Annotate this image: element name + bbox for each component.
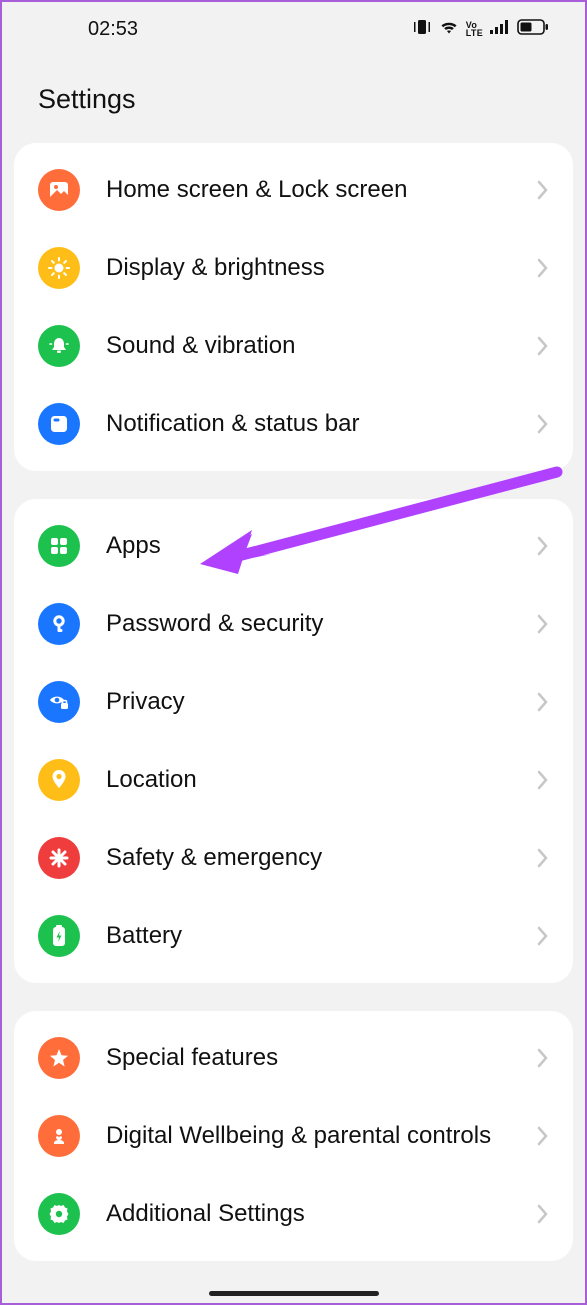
item-password[interactable]: Password & security: [14, 585, 573, 663]
row-label: Home screen & Lock screen: [106, 175, 529, 205]
settings-list: Home screen & Lock screen Display & brig…: [2, 143, 585, 1261]
bell-icon: [38, 325, 80, 367]
status-bar: 02:53 VoLTE: [2, 2, 585, 56]
item-location[interactable]: Location: [14, 741, 573, 819]
row-label: Privacy: [106, 687, 529, 717]
pin-icon: [38, 759, 80, 801]
chevron-right-icon: [537, 335, 549, 357]
volte-icon: VoLTE: [466, 21, 483, 37]
row-label: Additional Settings: [106, 1199, 529, 1229]
gear-icon: [38, 1193, 80, 1235]
settings-group: Home screen & Lock screen Display & brig…: [14, 143, 573, 471]
wifi-icon: [438, 18, 460, 41]
item-home-lock[interactable]: Home screen & Lock screen: [14, 151, 573, 229]
row-label: Password & security: [106, 609, 529, 639]
row-label: Sound & vibration: [106, 331, 529, 361]
eye-lock-icon: [38, 681, 80, 723]
item-additional[interactable]: Additional Settings: [14, 1175, 573, 1253]
grid-icon: [38, 525, 80, 567]
vibrate-icon: [412, 18, 432, 41]
row-label: Display & brightness: [106, 253, 529, 283]
item-sound[interactable]: Sound & vibration: [14, 307, 573, 385]
row-label: Special features: [106, 1043, 529, 1073]
picture-icon: [38, 169, 80, 211]
chevron-right-icon: [537, 179, 549, 201]
chevron-right-icon: [537, 1125, 549, 1147]
signal-icon: [489, 18, 511, 41]
page-title: Settings: [38, 84, 585, 115]
asterisk-icon: [38, 837, 80, 879]
item-privacy[interactable]: Privacy: [14, 663, 573, 741]
status-icons: VoLTE: [412, 18, 549, 41]
battery-status-icon: [517, 18, 549, 41]
chevron-right-icon: [537, 613, 549, 635]
item-notification[interactable]: Notification & status bar: [14, 385, 573, 463]
item-battery[interactable]: Battery: [14, 897, 573, 975]
key-icon: [38, 603, 80, 645]
chevron-right-icon: [537, 257, 549, 279]
chevron-right-icon: [537, 847, 549, 869]
row-label: Safety & emergency: [106, 843, 529, 873]
item-special[interactable]: Special features: [14, 1019, 573, 1097]
row-label: Notification & status bar: [106, 409, 529, 439]
row-label: Digital Wellbeing & parental controls: [106, 1121, 529, 1151]
chevron-right-icon: [537, 1047, 549, 1069]
chevron-right-icon: [537, 691, 549, 713]
chevron-right-icon: [537, 413, 549, 435]
item-display[interactable]: Display & brightness: [14, 229, 573, 307]
heart-person-icon: [38, 1115, 80, 1157]
row-label: Apps: [106, 531, 529, 561]
row-label: Battery: [106, 921, 529, 951]
notif-icon: [38, 403, 80, 445]
settings-header: Settings: [2, 56, 585, 143]
sun-icon: [38, 247, 80, 289]
star-icon: [38, 1037, 80, 1079]
item-wellbeing[interactable]: Digital Wellbeing & parental controls: [14, 1097, 573, 1175]
chevron-right-icon: [537, 925, 549, 947]
item-safety[interactable]: Safety & emergency: [14, 819, 573, 897]
status-time: 02:53: [88, 18, 138, 41]
settings-group: Apps Password & security Privacy Locatio…: [14, 499, 573, 983]
item-apps[interactable]: Apps: [14, 507, 573, 585]
row-label: Location: [106, 765, 529, 795]
chevron-right-icon: [537, 535, 549, 557]
battery-icon: [38, 915, 80, 957]
home-indicator[interactable]: [209, 1291, 379, 1296]
chevron-right-icon: [537, 1203, 549, 1225]
settings-group: Special features Digital Wellbeing & par…: [14, 1011, 573, 1261]
chevron-right-icon: [537, 769, 549, 791]
